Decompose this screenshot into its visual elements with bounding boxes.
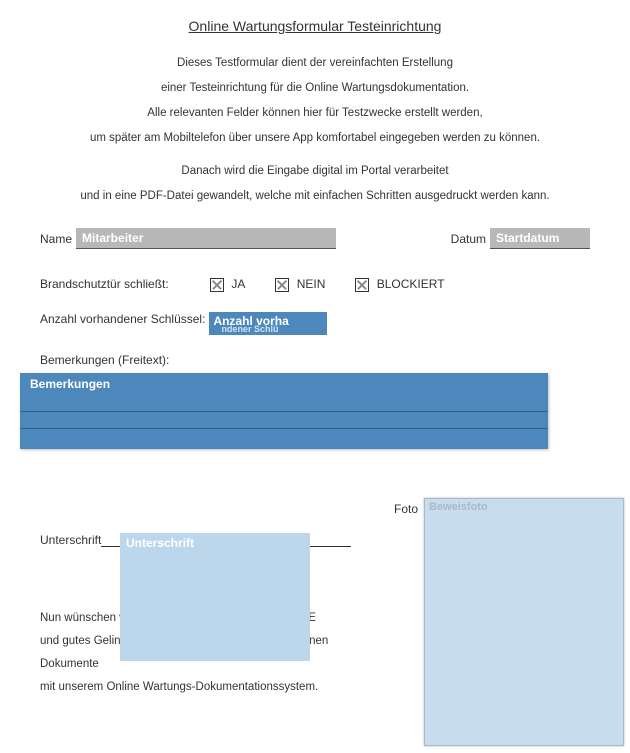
checkbox-yes[interactable]	[210, 278, 224, 292]
intro-line: Danach wird die Eingabe digital im Porta…	[40, 160, 590, 183]
photo-label: Foto	[394, 502, 418, 516]
name-label: Name	[40, 232, 72, 246]
date-field[interactable]: Startdatum	[490, 228, 590, 249]
remarks-field[interactable]: Bemerkungen	[20, 373, 548, 449]
intro-line: einer Testeinrichtung für die Online War…	[40, 77, 590, 100]
intro-line: und in eine PDF-Datei gewandelt, welche …	[40, 185, 590, 208]
remarks-label: Bemerkungen (Freitext):	[40, 353, 590, 367]
door-label: Brandschutztür schließt:	[40, 277, 210, 291]
remarks-lines	[20, 395, 548, 449]
form-title: Online Wartungsformular Testeinrichtung	[40, 18, 590, 34]
photo-placeholder: Beweisfoto	[429, 501, 488, 513]
date-label: Datum	[451, 232, 486, 246]
remarks-placeholder: Bemerkungen	[20, 373, 548, 395]
closing-line: mit unserem Online Wartungs-Dokumentatio…	[40, 676, 390, 699]
intro-line: Alle relevanten Felder können hier für T…	[40, 102, 590, 125]
option-yes-label: JA	[231, 277, 245, 291]
signature-placeholder: Unterschrift	[126, 536, 194, 550]
checkbox-no[interactable]	[275, 278, 289, 292]
signature-label: Unterschrift	[40, 533, 101, 547]
keys-label: Anzahl vorhandener Schlüssel:	[40, 312, 205, 326]
signature-field[interactable]: Unterschrift	[120, 533, 310, 661]
intro-line: um später am Mobiltelefon über unsere Ap…	[40, 127, 590, 150]
keys-field[interactable]: Anzahl vorha ndener Schlü	[209, 312, 327, 335]
intro-text: Dieses Testformular dient der vereinfach…	[40, 52, 590, 208]
door-question-row: Brandschutztür schließt: JA NEIN BLOCKIE…	[40, 277, 590, 292]
option-blocked-label: BLOCKIERT	[377, 277, 445, 291]
photo-field[interactable]: Beweisfoto	[424, 498, 624, 746]
keys-placeholder-sub: ndener Schlü	[213, 325, 323, 334]
intro-line: Dieses Testformular dient der vereinfach…	[40, 52, 590, 75]
name-field[interactable]: Mitarbeiter	[76, 228, 336, 249]
option-no-label: NEIN	[297, 277, 326, 291]
checkbox-blocked[interactable]	[355, 278, 369, 292]
